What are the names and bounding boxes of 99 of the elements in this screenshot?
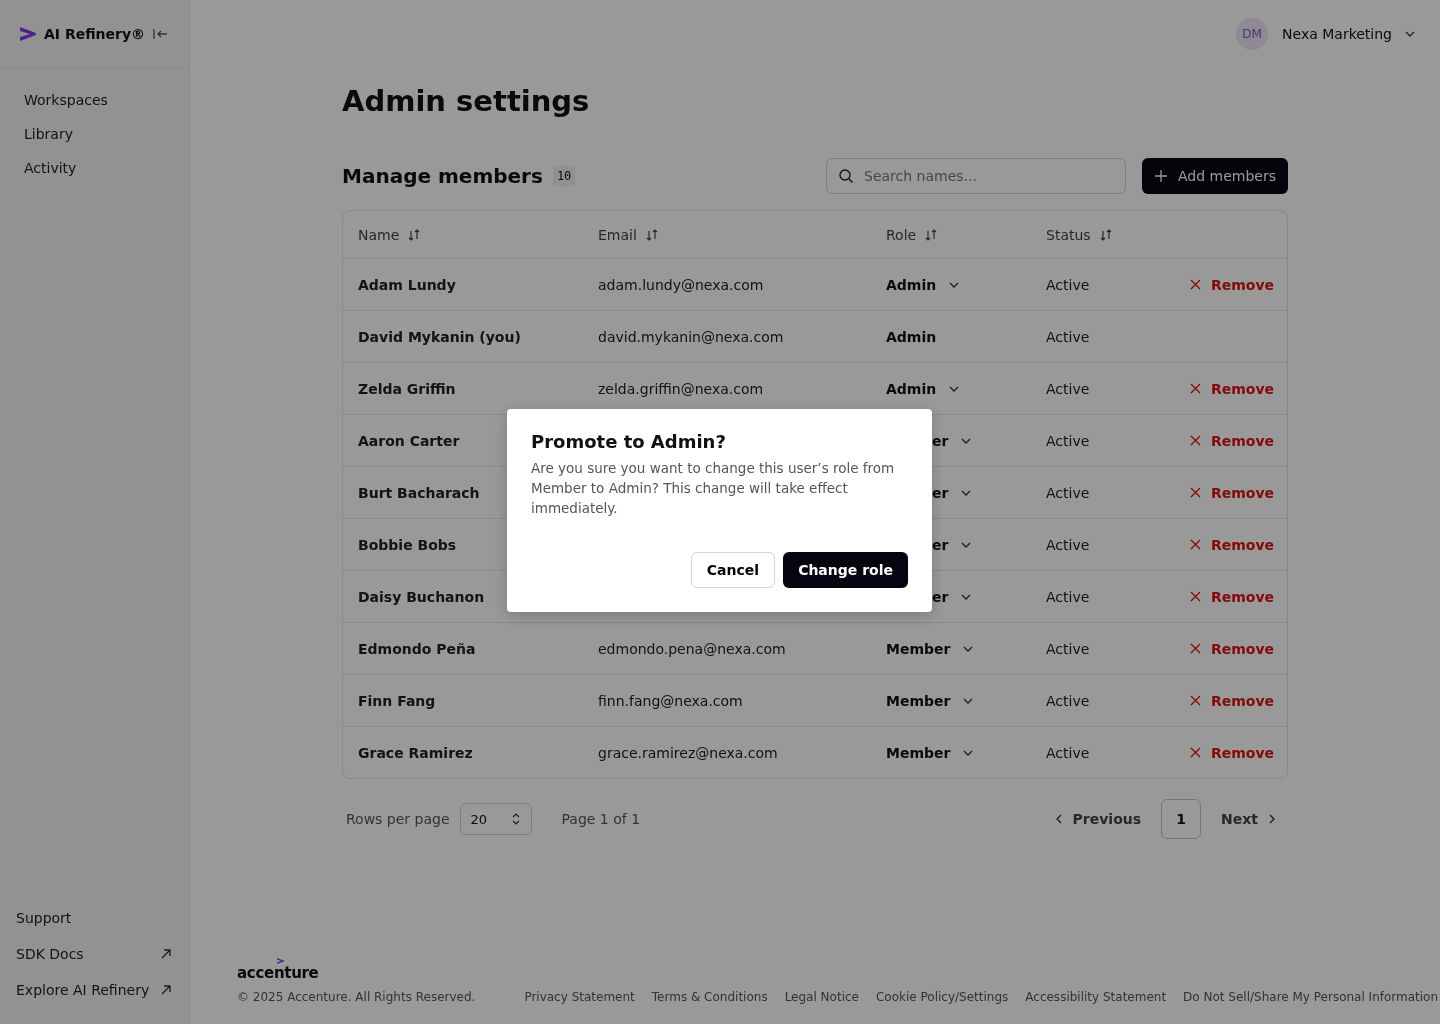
member-role: Admin <box>886 328 938 345</box>
sort-icon <box>924 227 939 242</box>
member-name: Daisy Buchanon <box>358 588 485 605</box>
remove-button[interactable]: Remove <box>1180 536 1275 553</box>
member-status: Active <box>1046 744 1090 761</box>
member-name: Aaron Carter <box>358 432 460 449</box>
section-title: Manage members <box>342 164 543 188</box>
page-info: Page 1 of 1 <box>561 811 641 827</box>
remove-button[interactable]: Remove <box>1180 640 1275 657</box>
role-dropdown[interactable]: er <box>932 432 973 449</box>
collapse-sidebar-icon[interactable] <box>153 26 169 41</box>
close-icon <box>1190 383 1201 394</box>
member-email: finn.fang@nexa.com <box>598 692 743 709</box>
close-icon <box>1190 695 1201 706</box>
sort-icon <box>407 227 422 242</box>
rows-per-page-select[interactable]: 20 <box>459 803 532 835</box>
footer-link[interactable]: Privacy Statement <box>524 990 635 1004</box>
sort-icon <box>644 227 659 242</box>
brand-name: AI Refinery® <box>43 25 146 42</box>
sidebar-link[interactable]: Explore AI Refinery <box>16 982 171 998</box>
member-email: edmondo.pena@nexa.com <box>598 640 786 657</box>
column-header[interactable]: Status <box>1046 226 1113 243</box>
member-name: Finn Fang <box>358 692 436 709</box>
footer-link[interactable]: Terms & Conditions <box>651 990 768 1004</box>
column-header[interactable]: Name <box>358 226 422 243</box>
remove-button[interactable]: Remove <box>1180 432 1275 449</box>
close-icon <box>1190 435 1201 446</box>
member-email: adam.lundy@nexa.com <box>598 276 764 293</box>
next-button[interactable]: Next <box>1211 811 1288 827</box>
member-email: zelda.griffin@nexa.com <box>598 380 764 397</box>
remove-button[interactable]: Remove <box>1180 276 1275 293</box>
member-name: Adam Lundy <box>358 276 456 293</box>
member-name: Edmondo Peña <box>358 640 476 657</box>
nav-item[interactable]: Library <box>24 126 189 142</box>
member-name: David Mykanin (you) <box>358 328 521 345</box>
member-status: Active <box>1046 588 1090 605</box>
organization-switcher[interactable]: Nexa Marketing <box>1282 26 1416 42</box>
rows-per-page-label: Rows per page <box>346 811 450 827</box>
sidebar-link[interactable]: Support <box>16 910 171 926</box>
role-dropdown[interactable]: Member <box>886 744 975 761</box>
close-icon <box>1190 539 1201 550</box>
member-status: Active <box>1046 692 1090 709</box>
footer-link[interactable]: Cookie Policy/Settings <box>875 990 1009 1004</box>
close-icon <box>1190 487 1201 498</box>
role-dropdown[interactable]: Member <box>886 640 975 657</box>
role-dropdown[interactable]: er <box>932 536 973 553</box>
member-status: Active <box>1046 484 1090 501</box>
dialog-title: Promote to Admin? <box>531 431 727 452</box>
previous-button[interactable]: Previous <box>1042 811 1152 827</box>
role-dropdown[interactable]: Member <box>886 692 975 709</box>
copyright-text: © 2025 Accenture. All Rights Reserved. <box>237 990 476 1004</box>
role-dropdown[interactable]: er <box>932 588 973 605</box>
logo-icon <box>20 25 36 42</box>
nav-item[interactable]: Workspaces <box>24 92 189 108</box>
remove-button[interactable]: Remove <box>1180 744 1275 761</box>
member-email: david.mykanin@nexa.com <box>598 328 784 345</box>
company-logo: accenture <box>237 960 319 982</box>
column-header[interactable]: Role <box>886 226 939 243</box>
footer-link[interactable]: Legal Notice <box>784 990 859 1004</box>
close-icon <box>1190 747 1201 758</box>
member-status: Active <box>1046 380 1090 397</box>
dialog-message: Are you sure you want to change this user’s role from Member to Admin? This change will take effect immediately. <box>531 459 896 518</box>
member-status: Active <box>1046 536 1090 553</box>
close-icon <box>1190 591 1201 602</box>
role-dropdown[interactable]: Admin <box>886 276 961 293</box>
nav-item[interactable]: Activity <box>24 160 189 176</box>
sort-icon <box>1098 227 1113 242</box>
member-status: Active <box>1046 276 1090 293</box>
footer-link[interactable]: Accessibility Statement <box>1025 990 1167 1004</box>
member-name: Bobbie Bobs <box>358 536 457 553</box>
plus-icon <box>1154 169 1168 183</box>
role-dropdown[interactable]: Admin <box>886 380 961 397</box>
search-field[interactable]: Search names... <box>826 158 1126 194</box>
close-icon <box>1190 279 1201 290</box>
remove-button[interactable]: Remove <box>1180 484 1275 501</box>
cancel-button[interactable]: Cancel <box>690 552 776 588</box>
role-dropdown[interactable]: er <box>932 484 973 501</box>
member-email: grace.ramirez@nexa.com <box>598 744 778 761</box>
member-name: Burt Bacharach <box>358 484 480 501</box>
member-status: Active <box>1046 328 1090 345</box>
user-avatar[interactable]: DM <box>1236 18 1269 50</box>
page-title: Admin settings <box>342 84 591 118</box>
member-count: 10 <box>552 166 576 186</box>
footer-link[interactable]: Do Not Sell/Share My Personal Information <box>1183 990 1439 1004</box>
add-members-button[interactable]: Add members <box>1142 158 1288 194</box>
close-icon <box>1190 643 1201 654</box>
column-header[interactable]: Email <box>598 226 659 243</box>
remove-button[interactable]: Remove <box>1180 588 1275 605</box>
member-name: Zelda Griffin <box>358 380 456 397</box>
page-button[interactable]: 1 <box>1161 799 1202 839</box>
member-name: Grace Ramirez <box>358 744 473 761</box>
remove-button[interactable]: Remove <box>1180 692 1275 709</box>
sidebar-link[interactable]: SDK Docs <box>16 946 171 962</box>
search-icon <box>838 168 854 184</box>
member-status: Active <box>1046 432 1090 449</box>
chevron-updown-icon <box>510 813 521 825</box>
remove-button[interactable]: Remove <box>1180 380 1275 397</box>
change-role-button[interactable]: Change role <box>783 552 908 588</box>
member-status: Active <box>1046 640 1090 657</box>
